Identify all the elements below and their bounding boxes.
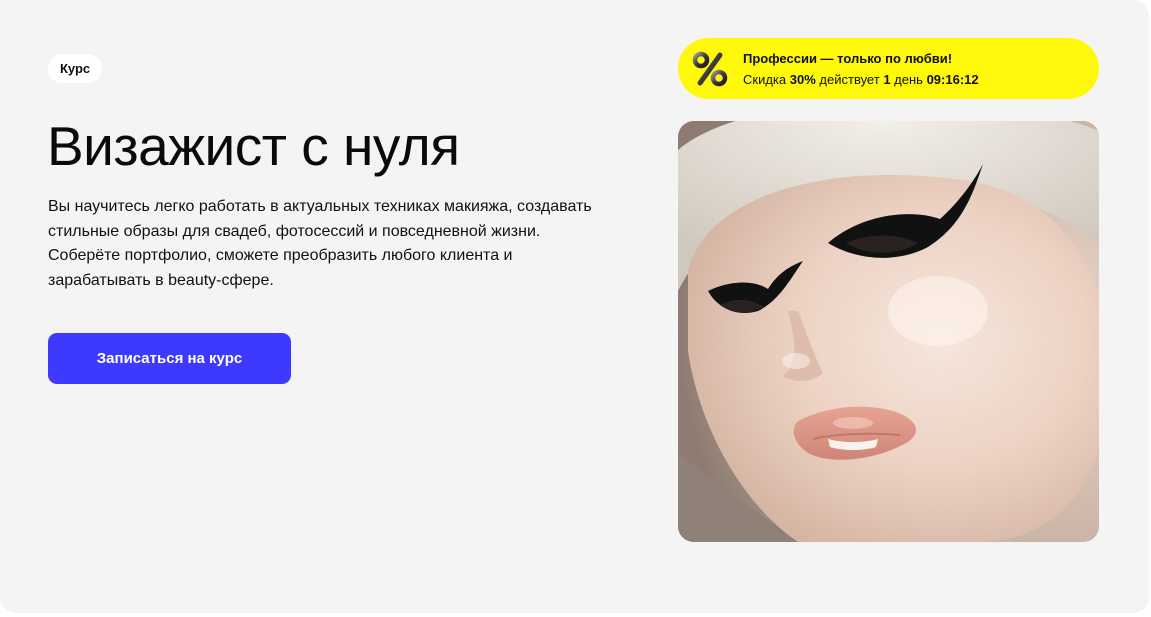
promo-banner[interactable]: Профессии — только по любви! Скидка 30% … [678,38,1099,99]
enroll-button[interactable]: Записаться на курс [48,333,291,384]
promo-discount-text: Скидка 30% действует 1 день 09:16:12 [743,72,979,87]
page-title: Визажист с нуля [47,115,460,177]
discount-value: 30% [789,72,816,87]
percent-icon [692,51,728,87]
discount-prefix: Скидка [743,72,787,87]
promo-headline: Профессии — только по любви! [743,51,953,66]
days-word: день [894,72,923,87]
countdown-timer: 09:16:12 [926,72,979,87]
course-type-badge: Курс [48,54,103,83]
model-face-photo [678,121,1099,542]
discount-middle: действует [819,72,880,87]
course-hero: Курс Визажист с нуля Вы научитесь легко … [0,0,1149,613]
days-value: 1 [883,72,891,87]
course-description: Вы научитесь легко работать в актуальных… [48,198,592,289]
